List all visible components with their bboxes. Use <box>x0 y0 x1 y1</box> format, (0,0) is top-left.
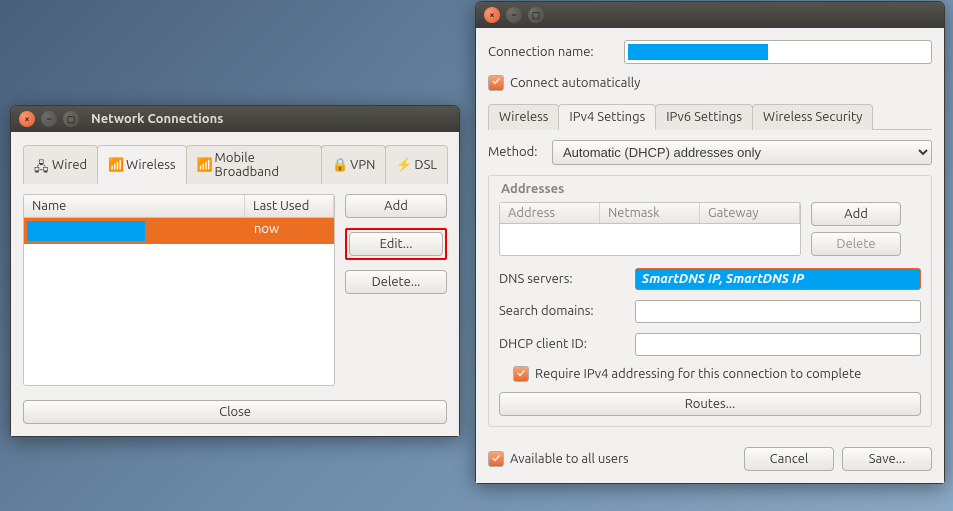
add-button[interactable]: Add <box>345 194 447 218</box>
col-last-used[interactable]: Last Used <box>245 195 334 217</box>
connect-automatically-checkbox[interactable]: Connect automatically <box>488 75 640 91</box>
checkbox-icon <box>488 451 504 467</box>
connection-name-input[interactable] <box>624 40 932 64</box>
method-label: Method: <box>488 145 544 159</box>
connection-name-masked <box>628 44 768 60</box>
table-row[interactable]: now <box>24 218 334 244</box>
delete-button[interactable]: Delete... <box>345 270 447 294</box>
close-icon[interactable]: × <box>484 7 500 23</box>
maximize-icon[interactable]: ▢ <box>528 7 544 23</box>
search-domains-label: Search domains: <box>499 304 627 318</box>
settings-tabs: Wireless IPv4 Settings IPv6 Settings Wir… <box>488 103 932 130</box>
dsl-icon: ⚡ <box>396 158 410 172</box>
maximize-icon[interactable]: ▢ <box>63 111 79 127</box>
tab-wireless-security[interactable]: Wireless Security <box>752 104 873 130</box>
addresses-table[interactable]: Address Netmask Gateway <box>499 202 801 256</box>
last-used-value: now <box>246 218 334 244</box>
connection-name-label: Connection name: <box>488 45 616 59</box>
minimize-icon[interactable]: – <box>506 7 522 23</box>
tab-ipv6-settings[interactable]: IPv6 Settings <box>655 104 753 130</box>
available-to-all-checkbox[interactable]: Available to all users <box>488 451 629 467</box>
connection-type-tabs: 🖧Wired 📶Wireless 📶Mobile Broadband 🔒VPN … <box>23 144 447 184</box>
address-delete-button[interactable]: Delete <box>811 232 901 256</box>
checkbox-icon <box>488 75 504 91</box>
dns-servers-input[interactable]: SmartDNS IP, SmartDNS IP <box>635 268 921 290</box>
tab-mobile-broadband[interactable]: 📶Mobile Broadband <box>186 145 323 184</box>
tab-wired[interactable]: 🖧Wired <box>23 145 98 184</box>
save-button[interactable]: Save... <box>842 447 932 471</box>
connections-table[interactable]: Name Last Used now <box>23 194 335 386</box>
col-gateway: Gateway <box>700 203 800 223</box>
addresses-title: Addresses <box>501 182 921 196</box>
close-icon[interactable]: × <box>19 111 35 127</box>
edit-highlight: Edit... <box>345 228 447 260</box>
tab-wireless[interactable]: 📶Wireless <box>97 145 186 184</box>
close-button[interactable]: Close <box>23 400 447 424</box>
edit-connection-window: × – ▢ Connection name: Connect automatic… <box>475 1 945 484</box>
lock-icon: 🔒 <box>332 158 346 172</box>
addresses-frame: Addresses Address Netmask Gateway Add De… <box>488 175 932 428</box>
tab-ipv4-settings[interactable]: IPv4 Settings <box>558 104 656 130</box>
titlebar[interactable]: × – ▢ <box>476 2 944 28</box>
dns-servers-label: DNS servers: <box>499 272 627 286</box>
col-address: Address <box>500 203 600 223</box>
wireless-icon: 📶 <box>108 158 122 172</box>
search-domains-input[interactable] <box>635 300 921 323</box>
dhcp-client-id-input[interactable] <box>635 333 921 356</box>
window-title: Network Connections <box>91 112 223 126</box>
routes-button[interactable]: Routes... <box>499 392 921 416</box>
tab-dsl[interactable]: ⚡DSL <box>385 145 448 184</box>
address-add-button[interactable]: Add <box>811 202 901 226</box>
tab-wireless-settings[interactable]: Wireless <box>488 104 559 130</box>
mobile-icon: 📶 <box>197 158 211 172</box>
network-connections-window: × – ▢ Network Connections 🖧Wired 📶Wirele… <box>10 105 460 437</box>
titlebar[interactable]: × – ▢ Network Connections <box>11 106 459 132</box>
connection-name-masked <box>27 221 145 241</box>
col-netmask: Netmask <box>600 203 700 223</box>
require-ipv4-checkbox[interactable]: Require IPv4 addressing for this connect… <box>513 366 861 382</box>
method-select[interactable]: Automatic (DHCP) addresses only <box>552 140 932 165</box>
wired-icon: 🖧 <box>34 158 48 172</box>
checkbox-icon <box>513 366 529 382</box>
edit-button[interactable]: Edit... <box>349 232 443 256</box>
tab-vpn[interactable]: 🔒VPN <box>321 145 386 184</box>
col-name[interactable]: Name <box>24 195 245 217</box>
minimize-icon[interactable]: – <box>41 111 57 127</box>
cancel-button[interactable]: Cancel <box>744 447 834 471</box>
dhcp-client-id-label: DHCP client ID: <box>499 337 627 351</box>
